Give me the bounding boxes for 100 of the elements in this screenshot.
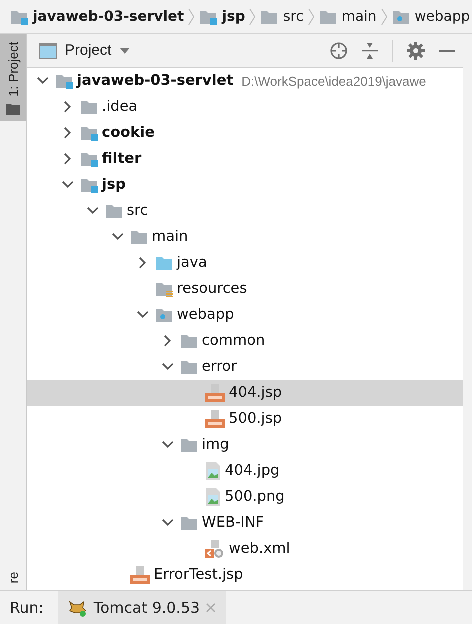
run-label: Run:	[10, 598, 44, 616]
collapse-icon[interactable]	[362, 42, 378, 60]
item-name: src	[127, 203, 148, 219]
tree-item[interactable]: resources	[27, 276, 463, 302]
module-folder-icon	[80, 125, 98, 141]
item-name: resources	[177, 281, 248, 297]
tree-item[interactable]: .idea	[27, 94, 463, 120]
chevron-separator-icon	[188, 8, 196, 26]
breadcrumb-item[interactable]: jsp	[199, 8, 246, 24]
image-file-icon	[205, 488, 221, 506]
item-name: webapp	[177, 307, 234, 323]
item-name: 500.png	[225, 489, 285, 505]
chevron-right-icon	[64, 127, 72, 139]
item-name: filter	[102, 151, 142, 167]
folder-icon	[105, 203, 123, 219]
chevron-down-icon	[162, 363, 174, 371]
chevron-right-icon	[164, 335, 172, 347]
chevron-down-icon	[162, 441, 174, 449]
chevron-down-icon	[87, 207, 99, 215]
tree-item[interactable]: 404.jpg	[27, 458, 463, 484]
tree-item[interactable]: src	[27, 198, 463, 224]
breadcrumb-item[interactable]: webapp	[392, 8, 470, 24]
tree-item[interactable]: ErrorTest.jsp	[27, 562, 463, 588]
item-name: error	[202, 359, 238, 375]
item-name: 404.jpg	[225, 463, 280, 479]
folder-icon	[80, 99, 98, 115]
breadcrumb-item[interactable]: javaweb-03-servlet	[10, 8, 184, 24]
chevron-down-icon	[37, 77, 49, 85]
folder-icon	[318, 8, 337, 24]
chevron-right-icon	[64, 153, 72, 165]
folder-icon	[130, 229, 148, 245]
chevron-separator-icon	[380, 8, 388, 26]
tool-window-tab[interactable]: 1: Project	[0, 34, 26, 121]
folder-icon	[180, 359, 198, 375]
run-tab[interactable]: Tomcat 9.0.53	[58, 591, 226, 624]
module-folder-icon	[55, 73, 73, 89]
module-folder-icon	[10, 8, 28, 24]
jsp-file-icon	[130, 566, 150, 584]
module-folder-icon	[80, 177, 98, 193]
item-name: javaweb-03-servlet	[77, 73, 234, 89]
item-name: WEB-INF	[202, 515, 264, 531]
item-name: common	[202, 333, 266, 349]
item-name: 404.jsp	[229, 385, 282, 401]
folder-icon	[260, 8, 278, 24]
chevron-right-icon	[64, 101, 72, 113]
item-path: D:\WorkSpace\idea2019\javawe	[242, 74, 426, 88]
breadcrumb-item[interactable]: src	[260, 8, 304, 24]
chevron-down-icon	[137, 311, 149, 319]
tree-item[interactable]: jsp	[27, 172, 463, 198]
item-name: img	[202, 437, 230, 453]
item-name: cookie	[102, 125, 155, 141]
item-name: .idea	[102, 99, 138, 115]
cat-icon	[68, 598, 88, 616]
web-folder-icon	[392, 8, 410, 24]
chevron-separator-icon	[308, 8, 315, 26]
module-folder-icon	[80, 151, 98, 167]
tree-item[interactable]: img	[27, 432, 463, 458]
module-folder-icon	[199, 8, 218, 24]
window-icon	[39, 42, 57, 58]
tree-item[interactable]: 500.jsp	[27, 406, 463, 432]
panel-title[interactable]: Project	[65, 42, 112, 59]
chevron-down-icon	[112, 233, 124, 241]
chevron-down-icon	[162, 519, 174, 527]
tree-item[interactable]: cookie	[27, 120, 463, 146]
settings-icon[interactable]	[407, 42, 425, 60]
tree-item[interactable]: web.xml	[27, 536, 463, 562]
jsp-file-icon	[205, 410, 225, 428]
folder-icon	[6, 102, 20, 115]
tree-item[interactable]: main	[27, 224, 463, 250]
tree-item[interactable]: 500.png	[27, 484, 463, 510]
tree-item[interactable]: filter	[27, 146, 463, 172]
chevron-separator-icon	[249, 8, 256, 26]
item-name: java	[177, 255, 208, 271]
tree-item[interactable]: 404.jsp	[27, 380, 463, 406]
chevron-right-icon	[139, 257, 147, 269]
item-name: main	[152, 229, 188, 245]
resources-folder-icon	[155, 281, 173, 297]
tree-item[interactable]: javaweb-03-servlet D:\WorkSpace\idea2019\javawe	[27, 68, 463, 94]
caret-icon[interactable]	[120, 48, 130, 54]
tree-item[interactable]: error	[27, 354, 463, 380]
chevron-down-icon	[62, 181, 74, 189]
tree-item[interactable]: common	[27, 328, 463, 354]
folder-icon	[180, 333, 198, 349]
crosshair-icon[interactable]	[330, 42, 348, 60]
web-folder-icon	[155, 307, 173, 323]
folder-icon	[180, 515, 198, 531]
tree-item[interactable]: webapp	[27, 302, 463, 328]
item-name: ErrorTest.jsp	[154, 567, 244, 583]
minimize-icon[interactable]	[439, 48, 455, 52]
tool-window-tab[interactable]: re	[0, 564, 26, 590]
folder-icon	[180, 437, 198, 453]
image-file-icon	[205, 462, 221, 480]
breadcrumb-item[interactable]: main	[318, 8, 377, 24]
folder-icon	[155, 255, 173, 271]
xml-file-icon	[205, 540, 225, 558]
item-name: jsp	[102, 177, 126, 193]
item-name: 500.jsp	[229, 411, 282, 427]
tree-item[interactable]: WEB-INF	[27, 510, 463, 536]
tree-item[interactable]: java	[27, 250, 463, 276]
item-name: web.xml	[229, 541, 290, 557]
